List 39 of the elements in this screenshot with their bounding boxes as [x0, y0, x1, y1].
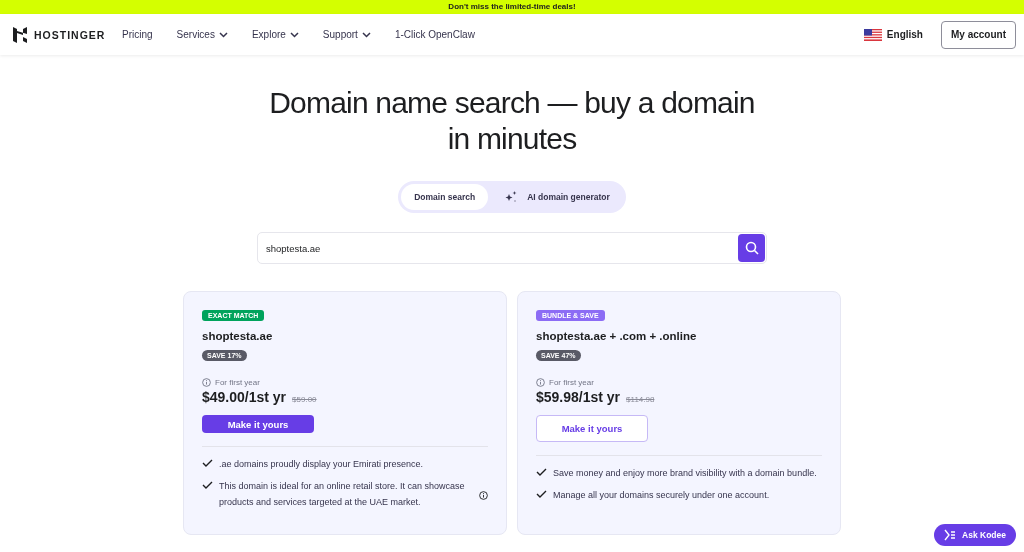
search-icon	[744, 241, 759, 255]
chat-button[interactable]: Ask Kodee	[934, 524, 1016, 546]
nav-link[interactable]: 1-Click OpenClaw	[394, 29, 475, 40]
nav-link[interactable]: Services	[176, 29, 228, 40]
check-icon	[202, 459, 213, 467]
promo-banner[interactable]: Don't miss the limited-time deals!	[0, 0, 1024, 14]
price: $59.98/1st yr	[536, 389, 621, 405]
feature-text: This domain is ideal for an online retail store. It can showcase products and services targeted at the UAE market.	[219, 480, 466, 509]
check-icon	[536, 468, 547, 476]
nav-link[interactable]: Support	[322, 29, 371, 40]
domain-name: shoptesta.ae + .com + .online	[536, 330, 697, 342]
brand-name[interactable]: HOSTINGER	[34, 28, 106, 41]
tab[interactable]: Domain search	[401, 184, 489, 210]
old-price: $114.98	[626, 395, 655, 404]
info-icon[interactable]	[479, 491, 488, 500]
language-selector[interactable]: English	[863, 28, 923, 41]
account-button[interactable]: My account	[941, 20, 1016, 49]
tab[interactable]: AI domain generator	[492, 184, 623, 210]
nav-link[interactable]: Pricing	[122, 29, 153, 40]
info-icon	[202, 378, 211, 387]
search-field[interactable]: shoptesta.ae	[257, 232, 767, 264]
price: $49.00/1st yr	[202, 389, 287, 405]
nav-link[interactable]: Explore	[251, 29, 299, 40]
info-icon	[536, 378, 545, 387]
feature-text: Manage all your domains securely under one account.	[553, 489, 771, 502]
old-price: $59.00	[292, 395, 317, 404]
make-it-yours-button[interactable]: Make it yours	[202, 415, 314, 433]
make-it-yours-button[interactable]: Make it yours	[536, 415, 648, 442]
flag-icon	[863, 28, 882, 41]
feature-text: Save money and enjoy more brand visibility with a domain bundle.	[553, 467, 818, 480]
search-button[interactable]	[738, 234, 765, 262]
logo-icon	[12, 26, 28, 43]
feature-text: .ae domains proudly display your Emirati presence.	[219, 458, 425, 471]
page-heading: Domain name search — buy a domain in minutes	[268, 85, 756, 157]
check-icon	[536, 490, 547, 498]
price-period: For first year	[215, 378, 260, 387]
domain-name: shoptesta.ae	[202, 330, 273, 342]
check-icon	[202, 481, 213, 489]
price-period: For first year	[549, 378, 594, 387]
